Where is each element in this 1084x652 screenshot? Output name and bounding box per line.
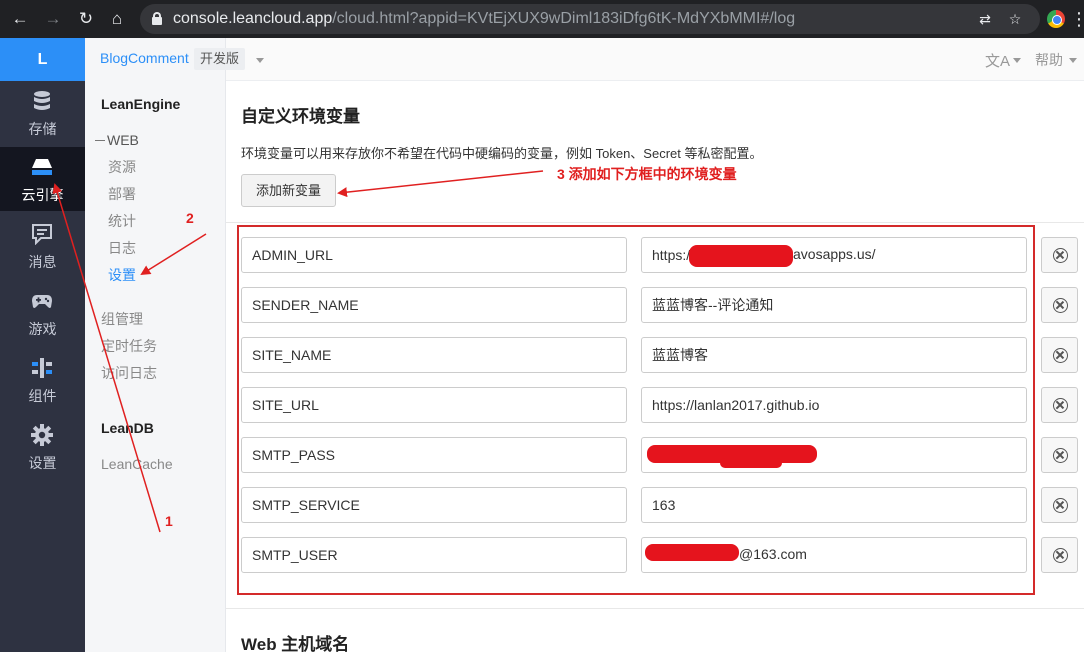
chrome-extension-icon[interactable]	[1047, 10, 1065, 28]
app-logo[interactable]: L	[0, 38, 85, 81]
section-divider-2	[226, 608, 1084, 609]
forward-arrow-icon[interactable]: →	[42, 8, 64, 30]
sidebar-item-resources[interactable]: 资源	[108, 157, 136, 177]
nav-games[interactable]: 游戏	[0, 281, 85, 345]
language-icon[interactable]: 文A	[985, 50, 1010, 71]
url-text: console.leancloud.app/cloud.html?appid=K…	[173, 10, 795, 28]
sidebar-section-leanengine: LeanEngine	[101, 96, 181, 112]
annotation-label-3: 3 添加如下方框中的环境变量	[557, 166, 737, 182]
gear-icon	[31, 424, 53, 446]
sidebar-item-groups[interactable]: 组管理	[101, 309, 143, 329]
app-version-badge: 开发版	[194, 48, 246, 70]
add-variable-button[interactable]: 添加新变量	[241, 174, 336, 207]
group-dash	[95, 140, 105, 141]
database-icon	[34, 91, 50, 110]
nav-components[interactable]: 组件	[0, 348, 85, 412]
nav-messaging[interactable]: 消息	[0, 214, 85, 278]
remove-variable-button[interactable]	[1041, 337, 1078, 373]
bookmark-star-icon[interactable]: ☆	[1006, 10, 1024, 28]
app-header	[226, 38, 1084, 81]
sidebar-item-settings[interactable]: 设置	[108, 265, 136, 285]
primary-nav: L 存储 云引擎 消息 游戏 组件 设置	[0, 38, 85, 652]
help-menu[interactable]: 帮助	[1035, 50, 1063, 70]
annotation-label-1: 1	[165, 513, 173, 529]
remove-variable-button[interactable]	[1041, 237, 1078, 273]
sidebar-item-logs[interactable]: 日志	[108, 238, 136, 258]
annotation-label-2: 2	[186, 210, 194, 226]
sidebar-item-cron[interactable]: 定时任务	[101, 336, 157, 356]
reload-icon[interactable]: ↻	[75, 8, 97, 30]
remove-variable-button[interactable]	[1041, 387, 1078, 423]
remove-variable-button[interactable]	[1041, 487, 1078, 523]
nav-storage[interactable]: 存储	[0, 81, 85, 145]
sidebar-item-access-log[interactable]: 访问日志	[101, 363, 157, 383]
app-switch-chevron-down-icon[interactable]	[256, 58, 264, 63]
home-icon[interactable]: ⌂	[106, 8, 128, 30]
sidebar-item-deploy[interactable]: 部署	[108, 184, 136, 204]
nav-cloud-engine[interactable]: 云引擎	[0, 147, 85, 211]
nav-label-storage: 存储	[28, 121, 57, 137]
address-bar[interactable]: console.leancloud.app/cloud.html?appid=K…	[140, 4, 1040, 34]
close-circle-icon	[1053, 498, 1068, 513]
remove-variable-button[interactable]	[1041, 537, 1078, 573]
language-chevron-down-icon[interactable]	[1013, 58, 1021, 63]
annotation-highlight-box	[237, 225, 1035, 595]
nav-label-components: 组件	[28, 388, 57, 404]
nav-label-message: 消息	[28, 254, 57, 270]
app-name-link[interactable]: BlogComment	[100, 50, 189, 66]
close-circle-icon	[1053, 448, 1068, 463]
translate-page-icon[interactable]: ⇄	[976, 10, 994, 28]
web-domain-title: Web 主机域名	[241, 635, 350, 652]
close-circle-icon	[1053, 348, 1068, 363]
back-arrow-icon[interactable]: ←	[9, 8, 31, 30]
lock-icon	[152, 12, 162, 25]
nav-label-settings: 设置	[28, 455, 57, 471]
sidebar-section-leandb: LeanDB	[101, 420, 154, 436]
page-title: 自定义环境变量	[241, 107, 360, 126]
sidebar-item-leancache[interactable]: LeanCache	[101, 456, 173, 472]
url-path: /cloud.html?appid=KVtEjXUX9wDiml183iDfg6…	[332, 10, 796, 27]
page-description: 环境变量可以用来存放你不希望在代码中硬编码的变量，例如 Token、Secret…	[241, 146, 763, 161]
close-circle-icon	[1053, 548, 1068, 563]
help-chevron-down-icon[interactable]	[1069, 58, 1077, 63]
close-circle-icon	[1053, 298, 1068, 313]
nav-label-games: 游戏	[28, 321, 57, 337]
nav-label-engine: 云引擎	[21, 187, 64, 203]
browser-toolbar: ← → ↻ ⌂ console.leancloud.app/cloud.html…	[0, 0, 1084, 38]
component-icon	[32, 358, 52, 378]
browser-menu-icon[interactable]: ⋮	[1070, 8, 1084, 30]
close-circle-icon	[1053, 248, 1068, 263]
remove-variable-button[interactable]	[1041, 437, 1078, 473]
sidebar-group-web: WEB	[107, 132, 139, 148]
message-icon	[32, 224, 52, 245]
close-circle-icon	[1053, 398, 1068, 413]
nav-settings[interactable]: 设置	[0, 415, 85, 479]
url-host: console.leancloud.app	[173, 10, 333, 27]
sidebar-item-stats[interactable]: 统计	[108, 211, 136, 231]
section-divider	[226, 222, 1084, 223]
gamepad-icon	[32, 295, 52, 308]
engine-icon	[32, 159, 52, 175]
remove-variable-button[interactable]	[1041, 287, 1078, 323]
